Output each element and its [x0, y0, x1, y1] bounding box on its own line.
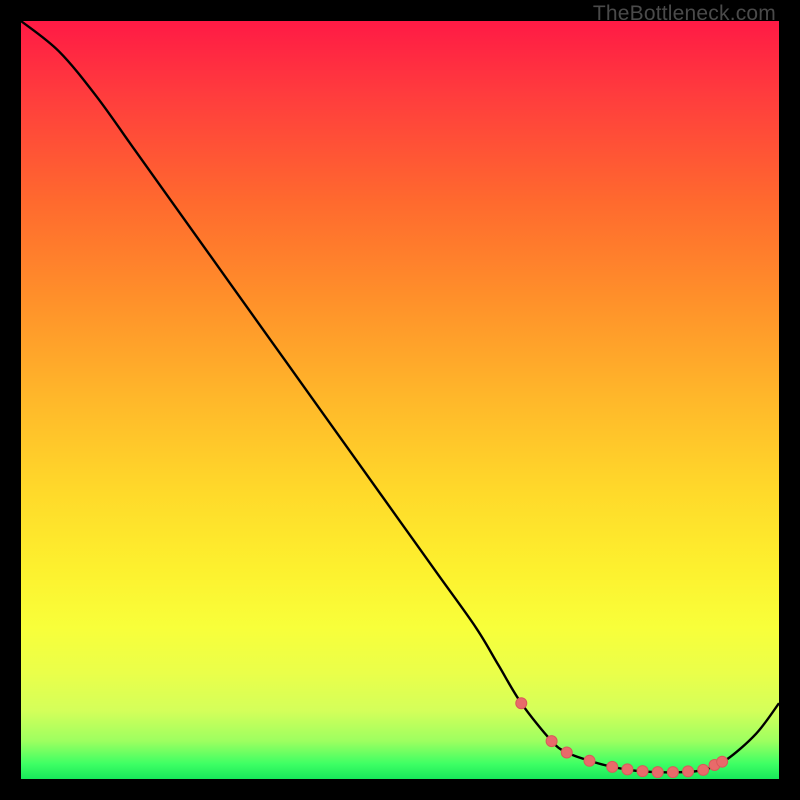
marker-dot: [561, 747, 572, 758]
bottleneck-curve: [21, 21, 779, 772]
marker-dot: [516, 698, 527, 709]
plot-area: [21, 21, 779, 779]
marker-dot: [546, 736, 557, 747]
marker-dot: [683, 766, 694, 777]
marker-dot: [667, 767, 678, 778]
marker-dot: [607, 761, 618, 772]
marker-dot: [584, 755, 595, 766]
marker-dot: [717, 756, 728, 767]
chart-frame: TheBottleneck.com: [0, 0, 800, 800]
watermark-text: TheBottleneck.com: [593, 2, 776, 26]
marker-dot: [698, 764, 709, 775]
marker-dot: [637, 766, 648, 777]
marker-dot: [622, 764, 633, 775]
marker-dots: [516, 698, 728, 778]
marker-dot: [652, 767, 663, 778]
curve-svg: [21, 21, 779, 779]
